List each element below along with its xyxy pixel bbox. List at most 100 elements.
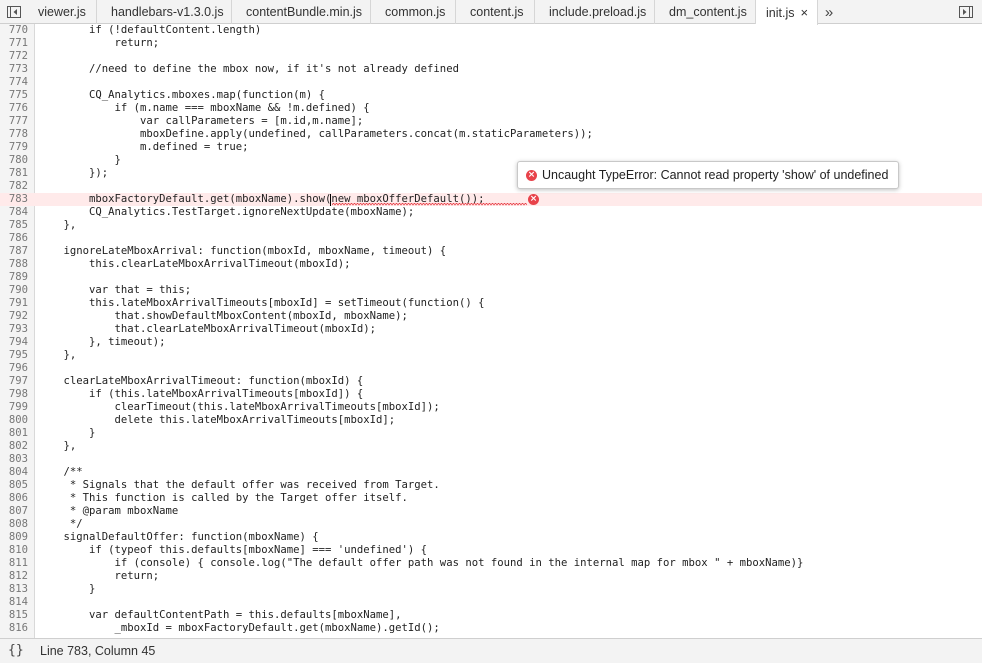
code-text: if (typeof this.defaults[mboxName] === '… bbox=[38, 544, 428, 556]
line-number: 809 bbox=[8, 531, 28, 543]
code-line: 786 bbox=[0, 232, 982, 245]
tab-label: contentBundle.min.js bbox=[246, 5, 363, 19]
code-line: 805 * Signals that the default offer was… bbox=[0, 479, 982, 492]
code-line: 790 var that = this; bbox=[0, 284, 982, 297]
line-number: 779 bbox=[8, 141, 28, 153]
code-line: 796 bbox=[0, 362, 982, 375]
tab-label: include.preload.js bbox=[549, 5, 647, 19]
code-line: 771 return; bbox=[0, 37, 982, 50]
code-line: 770 if (!defaultContent.length) bbox=[0, 24, 982, 37]
code-line: 779 m.defined = true; bbox=[0, 141, 982, 154]
line-number: 788 bbox=[8, 258, 28, 270]
tab-handlebars-js[interactable]: handlebars-v1.3.0.js bbox=[97, 0, 232, 24]
code-editor[interactable]: 770 if (!defaultContent.length) 771 retur… bbox=[0, 24, 982, 638]
line-number: 780 bbox=[8, 154, 28, 166]
code-line: 793 that.clearLateMboxArrivalTimeout(mbo… bbox=[0, 323, 982, 336]
tab-common-js[interactable]: common.js bbox=[371, 0, 456, 24]
code-line: 804 /** bbox=[0, 466, 982, 479]
line-number: 812 bbox=[8, 570, 28, 582]
line-number: 802 bbox=[8, 440, 28, 452]
code-text: /** bbox=[38, 466, 83, 478]
pretty-print-button[interactable]: {} bbox=[8, 643, 24, 658]
text-cursor bbox=[330, 194, 331, 206]
sidebar-left-icon bbox=[7, 6, 21, 18]
line-number: 794 bbox=[8, 336, 28, 348]
code-text: that.clearLateMboxArrivalTimeout(mboxId)… bbox=[38, 323, 377, 335]
line-number: 785 bbox=[8, 219, 28, 231]
line-number: 783 bbox=[8, 193, 28, 205]
code-text: return; bbox=[38, 570, 160, 582]
code-text: mboxDefine.apply(undefined, callParamete… bbox=[38, 128, 593, 140]
tab-dm-content-js[interactable]: dm_content.js bbox=[655, 0, 756, 24]
code-text: }, bbox=[38, 349, 77, 361]
status-bar: {} Line 783, Column 45 bbox=[0, 638, 982, 663]
code-line: 800 delete this.lateMboxArrivalTimeouts[… bbox=[0, 414, 982, 427]
error-icon: × bbox=[526, 169, 537, 181]
line-number: 786 bbox=[8, 232, 28, 244]
line-number: 777 bbox=[8, 115, 28, 127]
tab-contentbundle-js[interactable]: contentBundle.min.js bbox=[232, 0, 371, 24]
code-text: clearLateMboxArrivalTimeout: function(mb… bbox=[38, 375, 364, 387]
more-tabs-button[interactable]: » bbox=[818, 0, 840, 24]
code-line-error: 783 mboxFactoryDefault.get(mboxName).sho… bbox=[0, 193, 982, 206]
code-text: this.clearLateMboxArrivalTimeout(mboxId)… bbox=[38, 258, 351, 270]
line-number: 773 bbox=[8, 63, 28, 75]
error-popup: × Uncaught TypeError: Cannot read proper… bbox=[517, 161, 900, 189]
line-number: 793 bbox=[8, 323, 28, 335]
line-number: 775 bbox=[8, 89, 28, 101]
line-number: 778 bbox=[8, 128, 28, 140]
cursor-position: Line 783, Column 45 bbox=[40, 644, 156, 658]
tab-include-preload-js[interactable]: include.preload.js bbox=[535, 0, 655, 24]
code-text: m.defined = true; bbox=[38, 141, 249, 153]
code-line: 797 clearLateMboxArrivalTimeout: functio… bbox=[0, 375, 982, 388]
line-number: 781 bbox=[8, 167, 28, 179]
error-marker-icon[interactable]: × bbox=[528, 194, 539, 205]
code-text: * @param mboxName bbox=[38, 505, 179, 517]
code-line: 788 this.clearLateMboxArrivalTimeout(mbo… bbox=[0, 258, 982, 271]
line-number: 776 bbox=[8, 102, 28, 114]
code-line: 811 if (console) { console.log("The defa… bbox=[0, 557, 982, 570]
toggle-navigator-button[interactable] bbox=[2, 0, 26, 24]
code-line: 812 return; bbox=[0, 570, 982, 583]
line-number: 787 bbox=[8, 245, 28, 257]
code-line: 772 bbox=[0, 50, 982, 63]
tab-content-js[interactable]: content.js bbox=[456, 0, 535, 24]
code-line: 774 bbox=[0, 76, 982, 89]
code-line: 815 var defaultContentPath = this.defaul… bbox=[0, 609, 982, 622]
tab-init-js[interactable]: init.js × bbox=[756, 0, 818, 25]
code-line: 807 * @param mboxName bbox=[0, 505, 982, 518]
tab-label: viewer.js bbox=[38, 5, 86, 19]
line-number: 791 bbox=[8, 297, 28, 309]
code-text: if (!defaultContent.length) bbox=[38, 24, 262, 36]
code-text: return; bbox=[38, 37, 160, 49]
close-tab-icon[interactable]: × bbox=[800, 5, 808, 20]
code-line: 799 clearTimeout(this.lateMboxArrivalTim… bbox=[0, 401, 982, 414]
line-number: 797 bbox=[8, 375, 28, 387]
code-line: 785 }, bbox=[0, 219, 982, 232]
code-line: 814 bbox=[0, 596, 982, 609]
line-number: 811 bbox=[8, 557, 28, 569]
line-number: 798 bbox=[8, 388, 28, 400]
code-text: } bbox=[38, 427, 96, 439]
line-number: 792 bbox=[8, 310, 28, 322]
line-number: 772 bbox=[8, 50, 28, 62]
line-number: 813 bbox=[8, 583, 28, 595]
code-line: 802 }, bbox=[0, 440, 982, 453]
code-line: 773 //need to define the mbox now, if it… bbox=[0, 63, 982, 76]
code-text: signalDefaultOffer: function(mboxName) { bbox=[38, 531, 319, 543]
error-message: Uncaught TypeError: Cannot read property… bbox=[542, 168, 889, 182]
code-text: }); bbox=[38, 167, 109, 179]
code-line: 816 _mboxId = mboxFactoryDefault.get(mbo… bbox=[0, 622, 982, 635]
tab-label: handlebars-v1.3.0.js bbox=[111, 5, 224, 19]
code-text: if (m.name === mboxName && !m.defined) { bbox=[38, 102, 370, 114]
code-text: CQ_Analytics.TestTarget.ignoreNextUpdate… bbox=[38, 206, 415, 218]
code-text: if (console) { console.log("The default … bbox=[38, 557, 804, 569]
tab-viewer-js[interactable]: viewer.js bbox=[24, 0, 97, 24]
file-tabs: viewer.js handlebars-v1.3.0.js contentBu… bbox=[24, 0, 818, 25]
line-number: 790 bbox=[8, 284, 28, 296]
code-text: * This function is called by the Target … bbox=[38, 492, 408, 504]
toggle-debugger-button[interactable] bbox=[954, 0, 978, 24]
code-line: 794 }, timeout); bbox=[0, 336, 982, 349]
code-text: _mboxId = mboxFactoryDefault.get(mboxNam… bbox=[38, 622, 440, 634]
code-line: 798 if (this.lateMboxArrivalTimeouts[mbo… bbox=[0, 388, 982, 401]
